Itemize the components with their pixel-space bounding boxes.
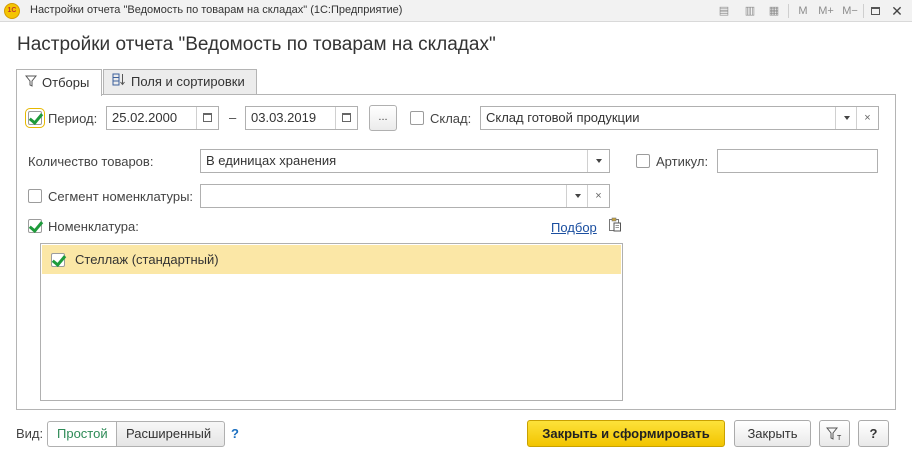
period-select-button[interactable]: ... xyxy=(369,105,397,131)
warehouse-field[interactable]: Склад готовой продукции × xyxy=(480,106,879,130)
app-logo-icon: 1С xyxy=(4,3,20,19)
filter-icon xyxy=(24,71,38,95)
period-to-value: 03.03.2019 xyxy=(251,110,317,125)
tab-label: Поля и сортировки xyxy=(131,74,245,89)
save-icon[interactable]: ▥ xyxy=(742,3,758,19)
close-window-icon[interactable]: ✕ xyxy=(889,3,905,19)
tab-label: Отборы xyxy=(42,75,90,90)
article-label: Артикул: xyxy=(656,154,709,169)
warehouse-label: Склад: xyxy=(430,111,472,126)
item-checkbox[interactable] xyxy=(51,253,65,267)
filter-t-button[interactable]: T xyxy=(819,420,850,447)
article-field[interactable] xyxy=(717,149,878,173)
nomenclature-checkbox[interactable] xyxy=(28,219,42,233)
chevron-down-icon[interactable] xyxy=(587,150,609,172)
period-dash: – xyxy=(229,110,237,125)
window-title: Настройки отчета "Ведомость по товарам н… xyxy=(30,4,403,16)
period-to-field[interactable]: 03.03.2019 xyxy=(245,106,358,130)
memory-plus-button[interactable]: M+ xyxy=(815,3,837,19)
calendar-icon[interactable] xyxy=(196,107,218,129)
maximize-icon[interactable] xyxy=(867,3,883,19)
calendar-icon[interactable] xyxy=(335,107,357,129)
clear-icon[interactable]: × xyxy=(856,107,878,129)
filter-t-icon: T xyxy=(825,427,844,444)
memory-button[interactable]: M xyxy=(795,3,811,19)
view-help-link[interactable]: ? xyxy=(231,426,239,441)
quantity-select[interactable]: В единицах хранения xyxy=(200,149,610,173)
period-from-field[interactable]: 25.02.2000 xyxy=(106,106,219,130)
warehouse-checkbox[interactable] xyxy=(410,111,424,125)
warehouse-value: Склад готовой продукции xyxy=(486,110,640,125)
close-and-generate-button[interactable]: Закрыть и сформировать xyxy=(527,420,725,447)
paste-icon[interactable] xyxy=(608,217,622,235)
print-icon[interactable]: ▤ xyxy=(716,3,732,19)
segment-field[interactable]: × xyxy=(200,184,610,208)
close-button[interactable]: Закрыть xyxy=(734,420,811,447)
list-item[interactable]: Стеллаж (стандартный) xyxy=(42,245,621,274)
chevron-down-icon[interactable] xyxy=(566,185,588,207)
chevron-down-icon[interactable] xyxy=(835,107,857,129)
toolbar-divider xyxy=(863,4,864,18)
pick-link[interactable]: Подбор xyxy=(551,220,597,235)
period-from-value: 25.02.2000 xyxy=(112,110,178,125)
tab-fields-sort[interactable]: Поля и сортировки xyxy=(103,69,257,94)
item-label: Стеллаж (стандартный) xyxy=(75,252,219,267)
quantity-value: В единицах хранения xyxy=(206,153,337,168)
article-checkbox[interactable] xyxy=(636,154,650,168)
nomenclature-label: Номенклатура: xyxy=(48,219,139,234)
clear-icon[interactable]: × xyxy=(587,185,609,207)
window-titlebar: 1С Настройки отчета "Ведомость по товара… xyxy=(0,0,912,22)
tab-filters[interactable]: Отборы xyxy=(16,69,102,96)
fields-sort-icon xyxy=(112,70,126,94)
view-simple-button[interactable]: Простой xyxy=(47,421,117,447)
form-title: Настройки отчета "Ведомость по товарам н… xyxy=(17,34,496,55)
segment-checkbox[interactable] xyxy=(28,189,42,203)
svg-text:T: T xyxy=(837,435,842,441)
period-label: Период: xyxy=(48,111,98,126)
calendar-icon[interactable]: ▦ xyxy=(766,3,782,19)
view-label: Вид: xyxy=(16,426,44,441)
memory-minus-button[interactable]: M− xyxy=(839,3,861,19)
toolbar-divider xyxy=(788,4,789,18)
segment-label: Сегмент номенклатуры: xyxy=(48,189,194,204)
help-button[interactable]: ? xyxy=(858,420,889,447)
nomenclature-list[interactable]: Стеллаж (стандартный) xyxy=(40,243,623,401)
quantity-label: Количество товаров: xyxy=(28,154,154,169)
view-advanced-button[interactable]: Расширенный xyxy=(116,421,225,447)
period-checkbox[interactable] xyxy=(25,108,45,128)
